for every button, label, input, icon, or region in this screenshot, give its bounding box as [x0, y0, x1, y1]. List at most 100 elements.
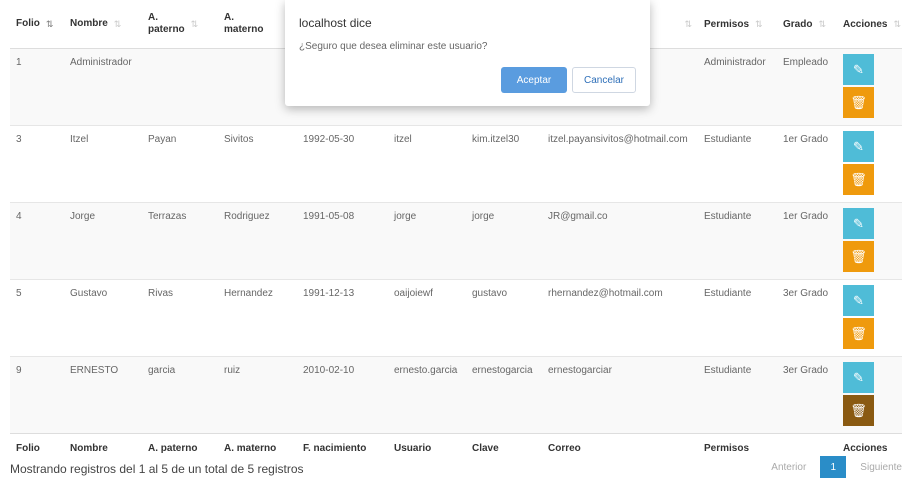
cancel-button[interactable]: Cancelar: [572, 67, 636, 93]
pencil-icon: ✎: [853, 292, 864, 308]
delete-button[interactable]: 🗑: [843, 318, 874, 349]
sort-arrows-icon: ⇅: [45, 18, 54, 29]
col-label: paterno: [148, 24, 185, 35]
edit-button[interactable]: ✎: [843, 131, 874, 162]
cell-nombre: Administrador: [64, 48, 142, 126]
dialog-title: localhost dice: [299, 16, 372, 30]
cell-folio: 1: [10, 48, 64, 126]
edit-button[interactable]: ✎: [843, 54, 874, 85]
cell-nombre: ERNESTO: [64, 356, 142, 434]
cell-acciones: ✎ 🗑: [837, 356, 902, 434]
cell-usuario: oaijoiewf: [388, 279, 466, 357]
delete-button[interactable]: 🗑: [843, 395, 874, 426]
cell-permisos: Estudiante: [698, 279, 777, 357]
cell-acciones: ✎ 🗑: [837, 125, 902, 203]
col-header-permisos[interactable]: Permisos ⇅: [698, 0, 777, 49]
cell-nacimiento: 1991-12-13: [297, 279, 388, 357]
cell-usuario: ernesto.garcia: [388, 356, 466, 434]
cell-nombre: Gustavo: [64, 279, 142, 357]
col-header-nombre[interactable]: Nombre ⇅: [64, 0, 142, 49]
col-header-grado[interactable]: Grado ⇅: [777, 0, 837, 49]
cell-materno: ruiz: [218, 356, 297, 434]
cell-materno: Rodriguez: [218, 202, 297, 280]
accept-button[interactable]: Aceptar: [501, 67, 567, 93]
col-label: Nombre: [70, 18, 108, 29]
sort-arrows-icon: ⇅: [190, 18, 199, 29]
cell-nacimiento: 1992-05-30: [297, 125, 388, 203]
cell-acciones: ✎ 🗑: [837, 202, 902, 280]
footer-correo: Correo: [542, 433, 698, 462]
cell-permisos: Administrador: [698, 48, 777, 126]
cell-correo: rhernandez@hotmail.com: [542, 279, 698, 357]
table-row: 5 Gustavo Rivas Hernandez 1991-12-13 oai…: [10, 279, 902, 357]
cell-correo: JR@gmail.co: [542, 202, 698, 280]
cell-nacimiento: 2010-02-10: [297, 356, 388, 434]
sort-arrows-icon: ⇅: [755, 18, 763, 29]
cell-folio: 5: [10, 279, 64, 357]
pencil-icon: ✎: [853, 138, 864, 154]
footer-usuario: Usuario: [388, 433, 466, 462]
sort-arrows-icon: ⇅: [893, 18, 902, 29]
cell-grado: 3er Grado: [777, 279, 837, 357]
pencil-icon: ✎: [853, 369, 864, 385]
cell-grado: Empleado: [777, 48, 837, 126]
trash-icon: 🗑: [850, 402, 867, 418]
sort-arrows-icon: ⇅: [684, 18, 692, 29]
cell-usuario: jorge: [388, 202, 466, 280]
delete-button[interactable]: 🗑: [843, 87, 874, 118]
cell-materno: Hernandez: [218, 279, 297, 357]
cell-nacimiento: 1991-05-08: [297, 202, 388, 280]
cell-acciones: ✎ 🗑: [837, 279, 902, 357]
edit-button[interactable]: ✎: [843, 208, 874, 239]
cell-usuario: itzel: [388, 125, 466, 203]
col-header-paterno[interactable]: A. paterno ⇅: [142, 0, 218, 49]
cell-correo: ernestogarciar: [542, 356, 698, 434]
table-info: Mostrando registros del 1 al 5 de un tot…: [10, 462, 304, 476]
delete-button[interactable]: 🗑: [843, 164, 874, 195]
dialog-message: ¿Seguro que desea eliminar este usuario?: [299, 41, 488, 52]
footer-permisos: Permisos: [698, 433, 777, 462]
cell-nombre: Itzel: [64, 125, 142, 203]
pencil-icon: ✎: [853, 61, 864, 77]
col-header-acciones[interactable]: Acciones ⇅: [837, 0, 902, 49]
edit-button[interactable]: ✎: [843, 285, 874, 316]
cell-clave: gustavo: [466, 279, 542, 357]
edit-button[interactable]: ✎: [843, 362, 874, 393]
cell-grado: 3er Grado: [777, 356, 837, 434]
col-header-folio[interactable]: Folio ⇅: [10, 0, 64, 49]
cell-acciones: ✎ 🗑: [837, 48, 902, 126]
col-label: Folio: [16, 18, 40, 29]
trash-icon: 🗑: [850, 325, 867, 341]
cell-correo: itzel.payansivitos@hotmail.com: [542, 125, 698, 203]
cell-paterno: Terrazas: [142, 202, 218, 280]
cell-paterno: Payan: [142, 125, 218, 203]
col-label: Grado: [783, 18, 813, 30]
pagination-page-current[interactable]: 1: [820, 456, 847, 478]
sort-arrows-icon: ⇅: [113, 18, 122, 29]
table-row: 9 ERNESTO garcia ruiz 2010-02-10 ernesto…: [10, 356, 902, 434]
col-label: Permisos: [704, 18, 750, 30]
table-body: 1 Administrador Administrador Empleado ✎…: [10, 48, 902, 434]
footer-materno: A. materno: [218, 433, 297, 462]
cell-paterno: [142, 48, 218, 126]
cell-clave: jorge: [466, 202, 542, 280]
delete-button[interactable]: 🗑: [843, 241, 874, 272]
cell-clave: ernestogarcia: [466, 356, 542, 434]
cell-folio: 3: [10, 125, 64, 203]
footer-paterno: A. paterno: [142, 433, 218, 462]
table-row: 4 Jorge Terrazas Rodriguez 1991-05-08 jo…: [10, 202, 902, 280]
pagination-next[interactable]: Siguiente: [860, 462, 902, 473]
trash-icon: 🗑: [850, 248, 867, 264]
cell-materno: Sivitos: [218, 125, 297, 203]
cell-permisos: Estudiante: [698, 356, 777, 434]
cell-folio: 9: [10, 356, 64, 434]
pagination-prev[interactable]: Anterior: [771, 462, 806, 473]
trash-icon: 🗑: [850, 94, 867, 110]
footer-nacimiento: F. nacimiento: [297, 433, 388, 462]
cell-permisos: Estudiante: [698, 125, 777, 203]
trash-icon: 🗑: [850, 171, 867, 187]
cell-nombre: Jorge: [64, 202, 142, 280]
sort-arrows-icon: ⇅: [818, 18, 826, 29]
cell-permisos: Estudiante: [698, 202, 777, 280]
cell-folio: 4: [10, 202, 64, 280]
